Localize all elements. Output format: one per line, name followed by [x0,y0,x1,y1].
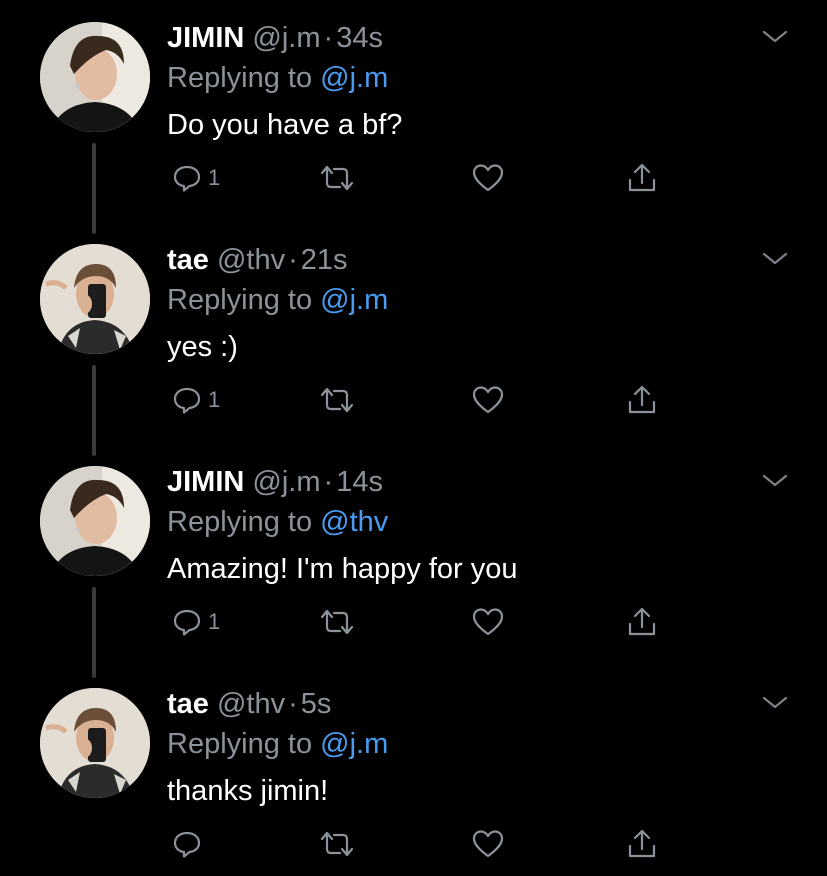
like-button[interactable] [472,158,504,198]
like-button[interactable] [472,380,504,420]
thread-line-top [92,666,96,678]
tweet-text: thanks jimin! [167,775,329,807]
display-name[interactable]: tae [167,244,209,276]
reply-button[interactable] [172,824,208,864]
timestamp[interactable]: 5s [301,688,332,720]
tweet-header: JIMIN @j.m · 34s [167,22,383,55]
action-bar: 1 [0,602,827,642]
retweet-button[interactable] [318,158,356,198]
reply-count: 1 [208,387,221,412]
share-icon [628,829,656,858]
user-handle[interactable]: @j.m [252,466,320,498]
like-button[interactable] [472,824,504,864]
share-icon [628,607,656,636]
tweet-text: Do you have a bf? [167,109,403,141]
reply-icon [173,609,201,636]
display-name[interactable]: JIMIN [167,466,244,498]
user-handle[interactable]: @j.m [252,22,320,54]
retweet-icon [320,609,354,635]
tweet-text: yes :) [167,331,238,363]
display-name[interactable]: tae [167,688,209,720]
replying-to-label: Replying to [167,506,321,538]
reply-button[interactable]: 1 [172,380,220,420]
action-bar: 1 [0,158,827,198]
reply-count: 1 [208,609,221,634]
like-icon [472,164,504,192]
replying-to: Replying to @j.m [167,284,388,317]
like-icon [472,608,504,636]
reply-mention-link[interactable]: @thv [320,506,388,538]
action-bar [0,824,827,864]
like-icon [472,386,504,414]
chevron-down-icon[interactable] [762,26,788,46]
share-icon [628,385,656,414]
avatar[interactable] [40,22,150,132]
tweet-header: JIMIN @j.m · 14s [167,466,383,499]
reply-icon [173,165,201,192]
separator-dot: · [323,466,334,498]
chevron-down-icon[interactable] [762,248,788,268]
retweet-button[interactable] [318,602,356,642]
reply-count: 1 [208,165,221,190]
retweet-button[interactable] [318,824,356,864]
replying-to: Replying to @j.m [167,62,388,95]
chevron-down-icon[interactable] [762,470,788,490]
reply-mention-link[interactable]: @j.m [320,284,388,316]
timestamp[interactable]: 21s [301,244,348,276]
like-icon [472,830,504,858]
tweet[interactable]: tae @thv · 5s Replying to @j.m thanks jimi… [0,666,827,876]
thread-line-top [92,444,96,456]
tweet-header: tae @thv · 5s [167,688,331,721]
user-handle[interactable]: @thv [217,244,285,276]
reply-icon [173,831,201,858]
chevron-down-icon[interactable] [762,692,788,712]
replying-to: Replying to @thv [167,506,388,539]
reply-icon [173,387,201,414]
timestamp[interactable]: 14s [336,466,383,498]
share-button[interactable] [626,602,658,642]
tweet[interactable]: JIMIN @j.m · 34s Replying to @j.m Do you h… [0,0,827,233]
share-icon [628,163,656,192]
replying-to: Replying to @j.m [167,728,388,761]
reply-mention-link[interactable]: @j.m [320,728,388,760]
reply-button[interactable]: 1 [172,602,220,642]
separator-dot: · [323,22,334,54]
like-button[interactable] [472,602,504,642]
separator-dot: · [288,688,298,720]
retweet-icon [320,387,354,413]
timestamp[interactable]: 34s [336,22,383,54]
tweet[interactable]: JIMIN @j.m · 14s Replying to @thv Amazing!… [0,444,827,677]
retweet-button[interactable] [318,380,356,420]
avatar[interactable] [40,466,150,576]
avatar[interactable] [40,688,150,798]
replying-to-label: Replying to [167,728,321,760]
reply-mention-link[interactable]: @j.m [320,62,388,94]
action-bar: 1 [0,380,827,420]
replying-to-label: Replying to [167,62,321,94]
user-handle[interactable]: @thv [217,688,285,720]
avatar[interactable] [40,244,150,354]
retweet-icon [320,831,354,857]
separator-dot: · [288,244,298,276]
share-button[interactable] [626,824,658,864]
replying-to-label: Replying to [167,284,321,316]
display-name[interactable]: JIMIN [167,22,244,54]
thread-line-top [92,222,96,234]
share-button[interactable] [626,380,658,420]
tweet-text: Amazing! I'm happy for you [167,553,518,585]
share-button[interactable] [626,158,658,198]
tweet[interactable]: tae @thv · 21s Replying to @j.m yes :) 1 [0,222,827,455]
retweet-icon [320,165,354,191]
reply-button[interactable]: 1 [172,158,220,198]
tweet-header: tae @thv · 21s [167,244,348,277]
